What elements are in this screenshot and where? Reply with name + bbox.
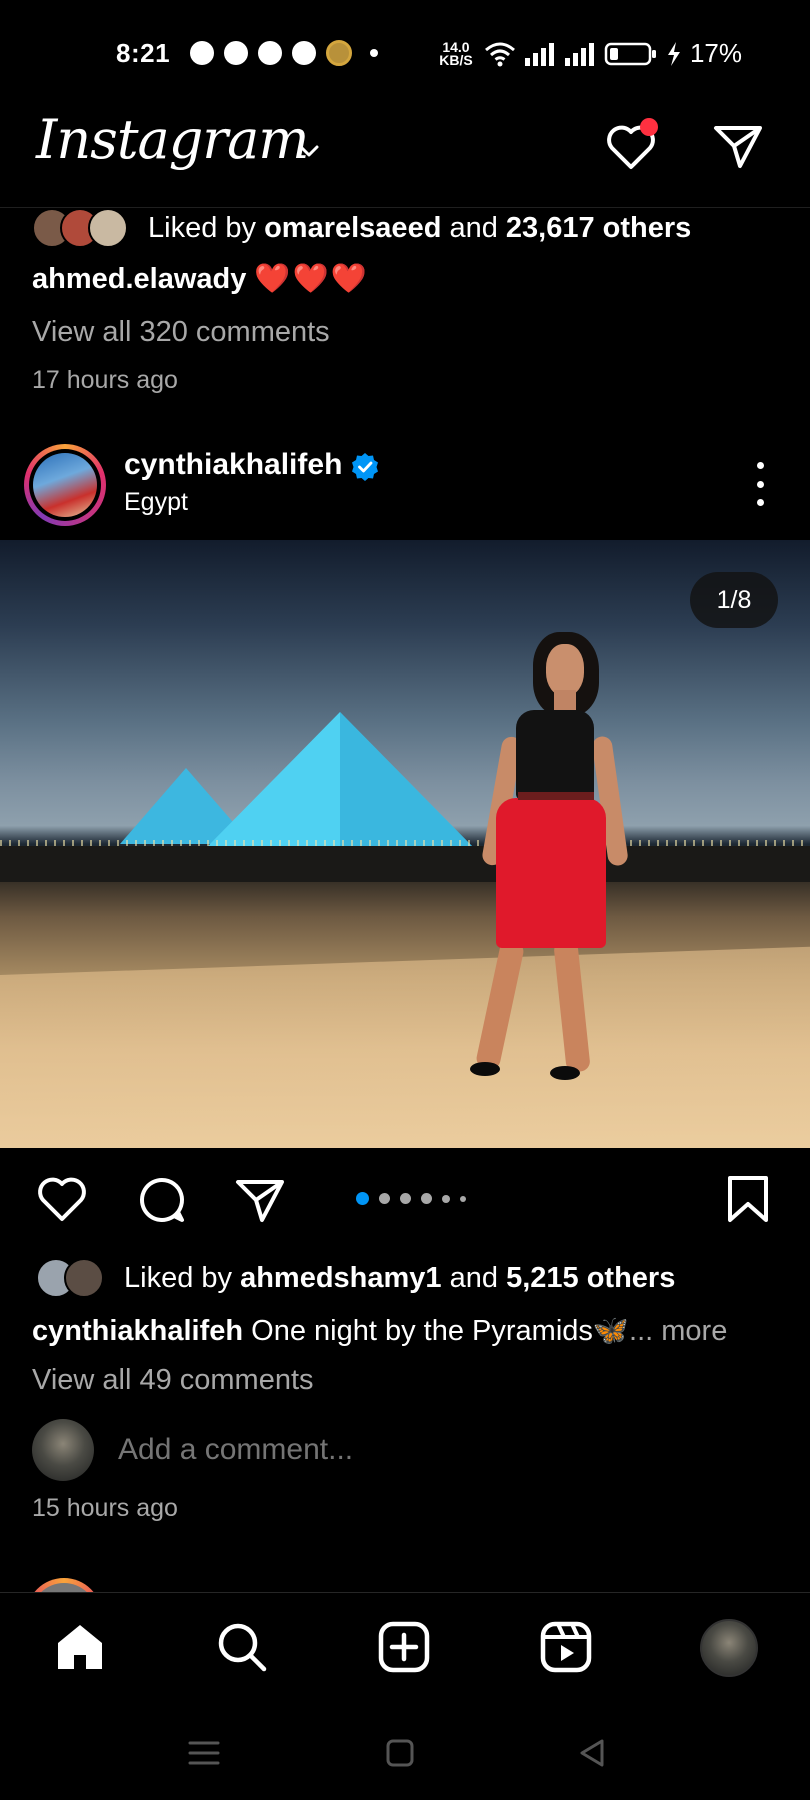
profile-avatar[interactable]	[700, 1619, 758, 1677]
app-header: Instagram	[0, 100, 810, 208]
liker-avatar	[88, 208, 128, 248]
author-avatar	[33, 453, 97, 517]
verified-badge-icon	[352, 453, 378, 481]
battery-icon	[604, 42, 656, 65]
post-liked-row: Liked by ahmedshamy1 and 5,215 others	[36, 1256, 675, 1300]
caption-more-link[interactable]: ... more	[629, 1315, 727, 1347]
home-icon[interactable]	[52, 1619, 108, 1675]
caption-text: One night by the Pyramids🦋	[243, 1315, 630, 1347]
story-ring-avatar[interactable]	[24, 444, 106, 526]
prev-post-liked-row: Liked by omarelsaeed and 23,617 others	[32, 206, 691, 250]
status-time: 8:21	[116, 38, 171, 68]
liked-count[interactable]: 5,215 others	[506, 1262, 675, 1294]
wifi-icon	[484, 42, 515, 66]
post-username[interactable]: cynthiakhalifeh	[124, 448, 342, 482]
horizon-ground	[0, 846, 810, 882]
net-speed-unit: KB/S	[439, 51, 473, 68]
post-location[interactable]: Egypt	[124, 488, 188, 517]
more-options-icon[interactable]	[748, 462, 772, 506]
activity-badge	[640, 118, 658, 136]
dot	[756, 462, 764, 469]
carousel-dots	[356, 1192, 466, 1205]
carousel-counter: 1/8	[690, 572, 778, 628]
carousel-dot	[421, 1193, 432, 1204]
instagram-logo[interactable]: Instagram	[36, 108, 309, 171]
liked-avatars	[36, 1258, 104, 1298]
prev-post-timestamp: 17 hours ago	[32, 366, 178, 394]
carousel-dot	[379, 1193, 390, 1204]
post-caption: cynthiakhalifeh One night by the Pyramid…	[32, 1314, 727, 1348]
app-icon	[326, 40, 352, 66]
story-ring-gap	[29, 449, 101, 521]
carousel-dot	[442, 1194, 450, 1203]
net-speed: 14.0 KB/S	[436, 40, 476, 68]
system-back-icon[interactable]	[574, 1736, 610, 1770]
battery-percent: 17%	[689, 38, 742, 68]
signal-icon	[524, 42, 554, 66]
snapchat-icon	[224, 41, 248, 65]
liked-avatars	[32, 208, 128, 248]
figure-shoe	[470, 1062, 500, 1076]
liked-user[interactable]: omarelsaeed	[264, 212, 441, 244]
carousel-dot	[460, 1195, 466, 1202]
figure-top	[516, 710, 594, 800]
search-icon[interactable]	[214, 1619, 270, 1675]
create-icon[interactable]	[376, 1619, 432, 1675]
figure-shoe	[550, 1066, 580, 1080]
add-comment-input[interactable]	[118, 1433, 518, 1467]
view-comments-link[interactable]: View all 49 comments	[32, 1364, 314, 1397]
status-right: 14.0 KB/S 17%	[436, 38, 742, 69]
post-header: cynthiakhalifeh Egypt	[0, 440, 810, 532]
save-bookmark-icon[interactable]	[722, 1174, 774, 1226]
direct-message-icon[interactable]	[712, 122, 764, 170]
share-icon[interactable]	[234, 1174, 286, 1226]
post-liked-text[interactable]: Liked by ahmedshamy1 and 5,215 others	[124, 1262, 675, 1295]
caption-username[interactable]: ahmed.elawady	[32, 263, 246, 295]
bottom-nav	[0, 1592, 810, 1706]
system-home-icon[interactable]	[382, 1736, 418, 1770]
stone-plateau	[0, 944, 810, 1148]
my-avatar	[32, 1419, 94, 1481]
reels-icon[interactable]	[538, 1619, 594, 1675]
prev-liked-text[interactable]: Liked by omarelsaeed and 23,617 others	[148, 212, 691, 245]
dot	[756, 480, 764, 488]
post-actions	[0, 1168, 810, 1232]
notification-icons	[190, 40, 378, 66]
figure-face	[546, 644, 584, 696]
liked-prefix: Liked by	[124, 1261, 241, 1294]
signal-icon-2	[564, 42, 594, 66]
like-heart-icon[interactable]	[36, 1174, 88, 1226]
carousel-dot-active	[356, 1192, 369, 1205]
chat-icon	[190, 41, 214, 65]
dot	[756, 499, 764, 506]
system-nav-bar	[0, 1706, 810, 1800]
pyramid-shade	[340, 712, 472, 846]
carousel-dot	[400, 1193, 411, 1204]
status-bar: 8:21 14.0 KB/S 17%	[0, 0, 810, 100]
liked-user[interactable]: ahmedshamy1	[240, 1262, 442, 1294]
add-comment-row	[32, 1418, 518, 1482]
liked-prefix: Liked by	[148, 211, 265, 244]
caption-username[interactable]: cynthiakhalifeh	[32, 1315, 243, 1347]
liker-avatar	[64, 1258, 104, 1298]
charging-icon	[667, 41, 680, 66]
figure-belt	[518, 792, 594, 800]
liked-count[interactable]: 23,617 others	[506, 212, 691, 244]
messenger-icon	[258, 41, 282, 65]
comment-icon[interactable]	[136, 1174, 188, 1226]
post-timestamp: 15 hours ago	[32, 1494, 178, 1522]
figure-skirt	[496, 798, 606, 948]
liked-mid: and	[441, 211, 506, 244]
prev-post-caption: ahmed.elawady ❤️❤️❤️	[32, 262, 369, 296]
whatsapp-icon	[292, 41, 316, 65]
post-image[interactable]: 1/8	[0, 540, 810, 1148]
chevron-down-icon[interactable]	[296, 138, 322, 164]
caption-emoji: ❤️❤️❤️	[254, 263, 369, 295]
liked-mid: and	[441, 1261, 507, 1294]
more-notifications-icon	[370, 49, 378, 57]
prev-view-comments-link[interactable]: View all 320 comments	[32, 316, 330, 349]
recent-apps-icon[interactable]	[186, 1736, 222, 1770]
